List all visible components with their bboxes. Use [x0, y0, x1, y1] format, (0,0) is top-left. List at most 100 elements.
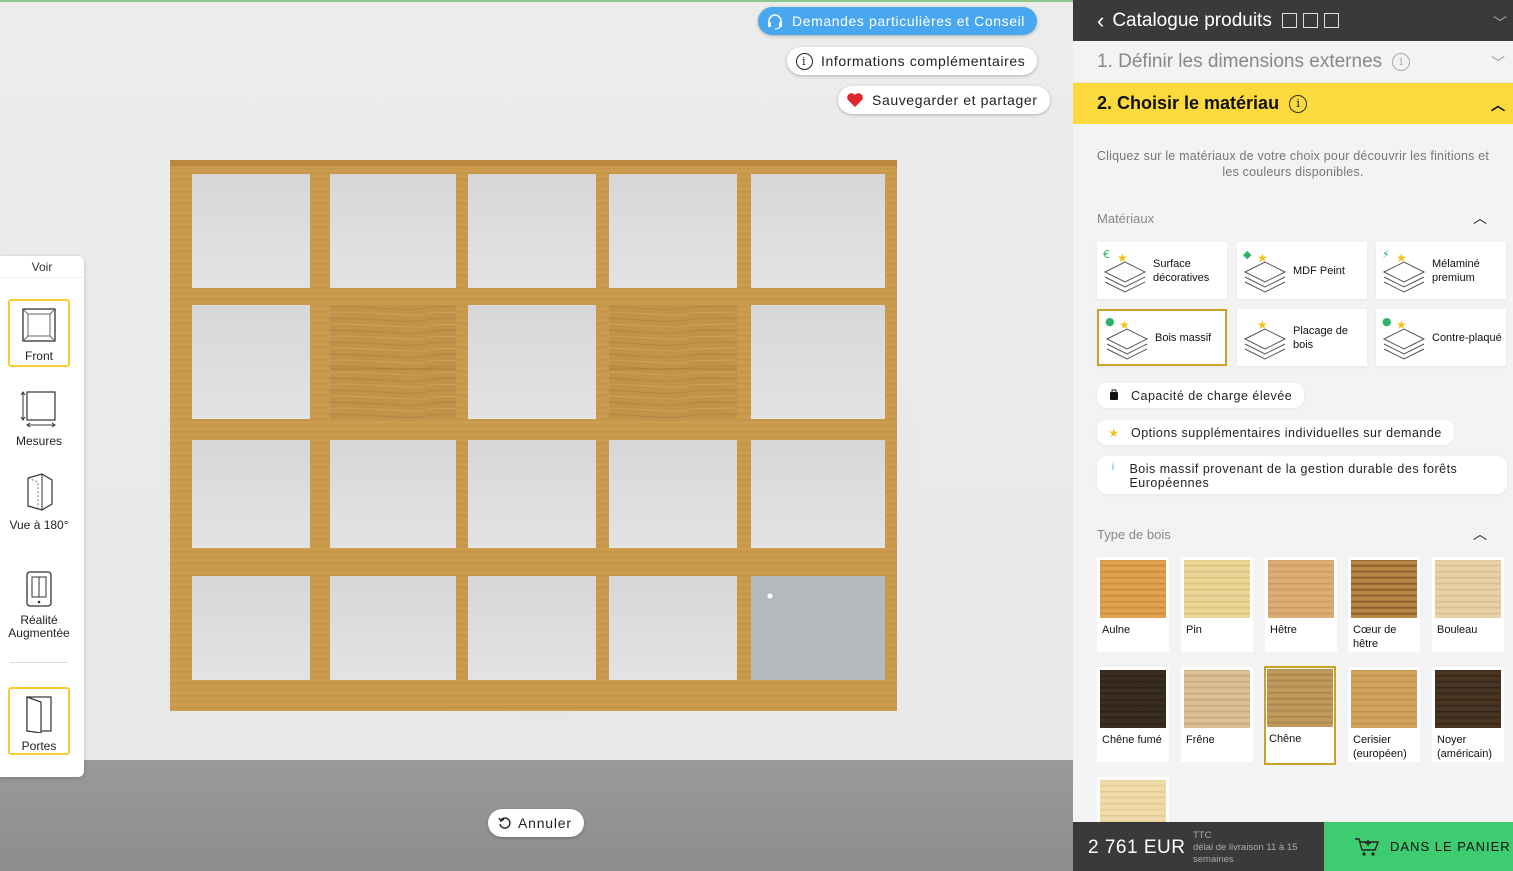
shelf-compartment[interactable]	[468, 174, 596, 288]
shelf-compartment[interactable]	[751, 174, 885, 288]
shelf-compartment[interactable]	[609, 440, 737, 548]
wood-swatch[interactable]: Aulne	[1097, 557, 1169, 652]
collapse-wood-icon[interactable]: ︿	[1473, 524, 1487, 544]
view-front-label: Front	[24, 349, 53, 363]
shelf-compartment[interactable]	[751, 576, 885, 680]
svg-text:⚡: ⚡	[1382, 248, 1390, 261]
save-share-button[interactable]: Sauvegarder et partager	[838, 86, 1050, 114]
svg-text:★: ★	[1117, 251, 1128, 265]
svg-text:€: €	[1103, 248, 1110, 261]
material-label: Mélaminé premium	[1432, 257, 1480, 284]
shelf-door[interactable]	[609, 305, 737, 419]
price: 2 761 EUR	[1088, 837, 1186, 858]
shelf-compartment[interactable]	[192, 576, 310, 680]
material-tile[interactable]: ★ Placage de bois	[1237, 309, 1367, 366]
undo-button[interactable]: Annuler	[488, 809, 584, 837]
shelf-compartment[interactable]	[751, 440, 885, 548]
info-icon: i	[1111, 462, 1115, 473]
svg-text:★: ★	[1396, 251, 1407, 265]
wood-label: Chêne fumé	[1102, 734, 1162, 746]
wood-color-sample	[1351, 560, 1417, 618]
wood-color-sample	[1267, 669, 1333, 727]
collapse-materials-icon[interactable]: ︿	[1473, 208, 1487, 228]
delivery-time: délai de livraison 11 à 15 semaines	[1193, 842, 1298, 865]
configurator-panel: ‹ Catalogue produits ﹀ 1. Définir les di…	[1073, 0, 1513, 871]
save-share-label: Sauvegarder et partager	[872, 92, 1038, 108]
view-180-button[interactable]: Vue à 180°	[8, 472, 70, 546]
wood-swatch[interactable]: Chêne fumé	[1097, 667, 1169, 762]
wood-swatch[interactable]: Frêne	[1181, 667, 1253, 762]
more-info-button[interactable]: i Informations complémentaires	[787, 47, 1038, 75]
material-layers-icon: ● ★	[1376, 309, 1432, 366]
rotate-view-icon	[27, 473, 53, 511]
price-footer: 2 761 EUR TTC délai de livraison 11 à 15…	[1073, 822, 1513, 871]
svg-text:◆: ◆	[1243, 248, 1252, 261]
material-tile[interactable]: ● ★ Bois massif	[1097, 309, 1227, 366]
shelf-door[interactable]	[330, 305, 456, 419]
view-ar-button[interactable]: Réalité Augmentée	[8, 571, 70, 641]
shelf-compartment[interactable]	[468, 440, 596, 548]
material-label: Surface décoratives	[1153, 257, 1210, 284]
wood-label: Chêne	[1269, 733, 1302, 745]
shelf-compartment[interactable]	[468, 305, 596, 419]
view-front-button[interactable]: Front	[8, 299, 70, 367]
wood-color-sample	[1184, 560, 1250, 618]
wood-swatch[interactable]: Pin	[1181, 557, 1253, 652]
shelf-compartment[interactable]	[609, 576, 737, 680]
weight-icon	[1107, 388, 1121, 403]
consult-button[interactable]: Demandes particulières et Conseil	[758, 7, 1038, 35]
info-chip: ★ Options supplémentaires individuelles …	[1097, 420, 1454, 445]
material-tile[interactable]: ◆ ★ MDF Peint	[1237, 242, 1367, 299]
wardrobe-type-icon[interactable]	[1323, 13, 1339, 28]
wood-color-sample	[1268, 560, 1334, 618]
wood-swatch[interactable]: Cœur de hêtre	[1348, 557, 1420, 652]
shelf-compartment[interactable]	[468, 576, 596, 680]
shelf-compartment[interactable]	[330, 576, 456, 680]
svg-text:★: ★	[1257, 251, 1268, 265]
svg-text:★: ★	[1119, 318, 1130, 332]
chevron-down-icon: ﹀	[1491, 55, 1505, 71]
chip-label: Options supplémentaires individuelles su…	[1131, 425, 1442, 440]
wood-swatch[interactable]: Cerisier (européen)	[1348, 667, 1420, 762]
view-measures-button[interactable]: Mesures	[8, 390, 70, 450]
catalog-title[interactable]: Catalogue produits	[1112, 10, 1272, 32]
chevron-down-icon[interactable]: ﹀	[1493, 13, 1507, 33]
configurator-canvas[interactable]: Demandes particulières et Conseil i Info…	[0, 0, 1073, 871]
wood-color-sample	[1184, 670, 1250, 728]
wood-swatch[interactable]: Chêne	[1264, 666, 1336, 765]
step-dimensions[interactable]: 1. Définir les dimensions externes i ﹀	[1073, 41, 1513, 83]
material-tile[interactable]: € ★ Surface décoratives	[1097, 242, 1227, 299]
shelf-compartment[interactable]	[192, 440, 310, 548]
shelf-type-icon[interactable]	[1281, 13, 1297, 28]
shelf-compartment[interactable]	[609, 174, 737, 288]
material-label: Bois massif	[1155, 331, 1212, 344]
wood-label: Cerisier (européen)	[1353, 734, 1407, 760]
cabinet-type-icon[interactable]	[1302, 13, 1318, 28]
glass-door-knob[interactable]	[767, 593, 773, 599]
shelf-model[interactable]	[170, 160, 897, 711]
shelf-compartment[interactable]	[192, 174, 310, 288]
materials-section-title: Matériaux	[1097, 211, 1155, 226]
back-chevron-icon[interactable]: ‹	[1097, 8, 1104, 34]
wood-swatch[interactable]: Noyer (américain)	[1432, 667, 1504, 762]
shelf-compartment[interactable]	[192, 305, 310, 419]
view-doors-button[interactable]: Portes	[8, 687, 70, 755]
shelf-compartment[interactable]	[751, 305, 885, 419]
ar-icon	[26, 571, 52, 607]
info-icon[interactable]: i	[1289, 94, 1308, 113]
step-material[interactable]: 2. Choisir le matériau i ︿	[1073, 83, 1513, 124]
chip-label: Bois massif provenant de la gestion dura…	[1129, 462, 1458, 490]
material-label: Placage de bois	[1293, 324, 1349, 351]
view-doors-label: Portes	[21, 739, 57, 753]
front-view-icon	[22, 308, 56, 342]
toolbar-divider	[10, 662, 68, 663]
material-tile[interactable]: ⚡ ★ Mélaminé premium	[1376, 242, 1506, 299]
wood-swatch[interactable]: Hêtre	[1265, 557, 1337, 652]
wood-swatch[interactable]: Bouleau	[1432, 557, 1504, 652]
shelf-compartment[interactable]	[330, 440, 456, 548]
add-to-cart-button[interactable]: DANS LE PANIER	[1324, 822, 1513, 871]
shelf-compartment[interactable]	[330, 174, 456, 288]
delivery-info: TTC délai de livraison 11 à 15 semaines	[1193, 830, 1313, 866]
info-icon[interactable]: i	[1392, 52, 1411, 71]
material-tile[interactable]: ● ★ Contre-plaqué	[1376, 309, 1506, 366]
